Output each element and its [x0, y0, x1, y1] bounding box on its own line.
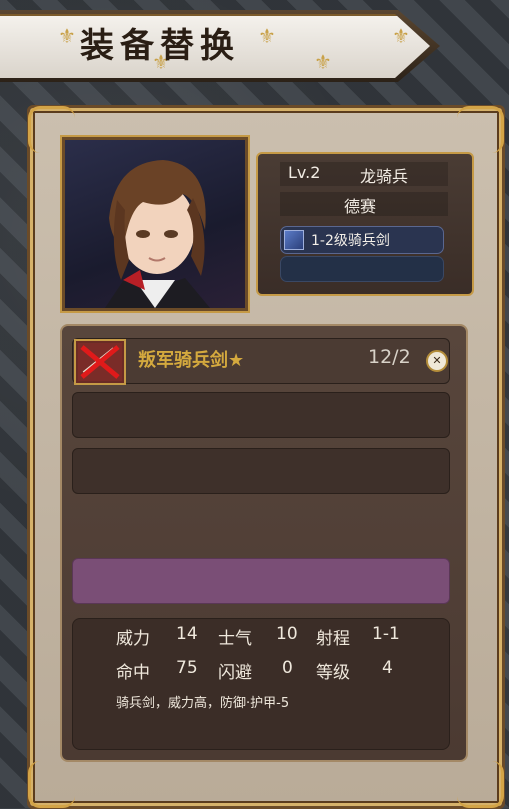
stat-hit-label: 命中	[116, 663, 150, 683]
crossed-out-sword-icon	[74, 339, 126, 385]
stat-hit-value: 75	[176, 658, 198, 678]
portrait-art	[105, 160, 210, 308]
unit-class: 龙骑兵	[360, 167, 409, 186]
stat-power-value: 14	[176, 624, 198, 644]
inventory-slot-empty[interactable]	[72, 392, 450, 438]
empty-equipment-slot[interactable]	[280, 256, 444, 282]
stat-power-label: 威力	[116, 629, 150, 649]
corner-ornament	[457, 761, 504, 808]
corner-ornament	[28, 761, 75, 808]
character-portrait	[62, 137, 248, 311]
stat-range-value: 1-1	[372, 624, 400, 644]
stat-grade-value: 4	[382, 658, 393, 678]
fleur-icon: ⚜	[58, 24, 76, 48]
stat-morale-value: 10	[276, 624, 298, 644]
item-durability: 12/2	[368, 346, 411, 368]
fleur-icon: ⚜	[392, 24, 410, 48]
unit-level: Lv.2	[288, 163, 321, 182]
item-description: 骑兵剑，威力高，防御·护甲-5	[116, 696, 290, 711]
stat-morale-label: 士气	[218, 629, 252, 649]
inventory-slot-empty[interactable]	[72, 448, 450, 494]
unit-name: 德赛	[344, 197, 377, 216]
equipped-weapon-slot[interactable]: 1-2级骑兵剑	[280, 226, 444, 254]
equipped-weapon-name: 1-2级骑兵剑	[311, 233, 390, 249]
item-icon-art	[78, 343, 122, 381]
item-name: 叛军骑兵剑★	[138, 350, 245, 371]
corner-ornament	[457, 106, 504, 153]
stat-grade-label: 等级	[316, 663, 350, 683]
fleur-icon: ⚜	[314, 50, 332, 74]
stat-range-label: 射程	[316, 629, 350, 649]
stat-evade-label: 闪避	[218, 663, 252, 683]
sword-icon	[284, 230, 304, 250]
close-icon[interactable]: ✕	[426, 350, 448, 372]
fleur-icon: ⚜	[258, 24, 276, 48]
stat-evade-value: 0	[282, 658, 293, 678]
page-title: 装备替换	[80, 26, 240, 66]
inventory-slot-selected[interactable]	[72, 558, 450, 604]
